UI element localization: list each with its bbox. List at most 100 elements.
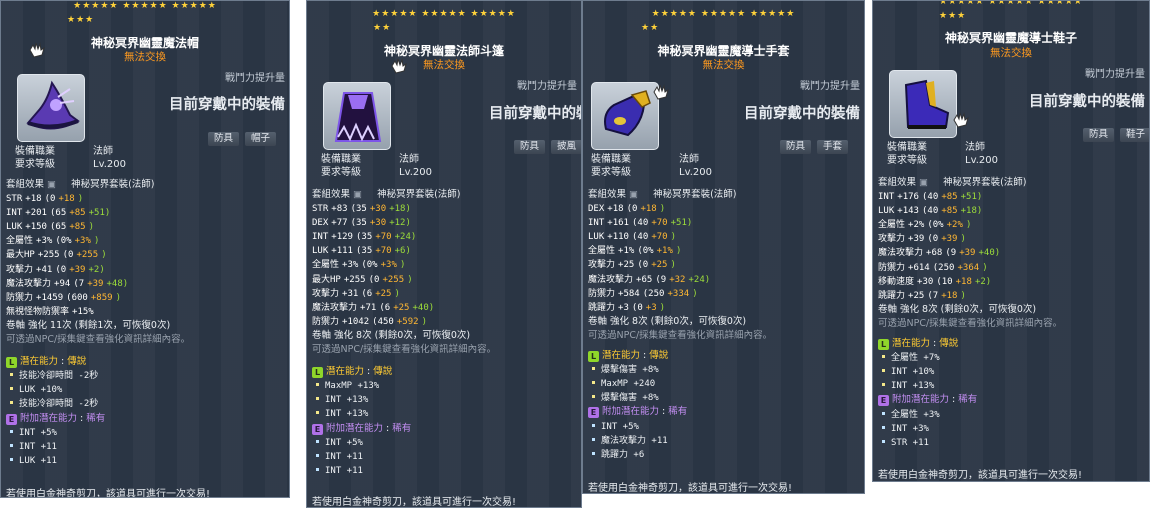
subtype-tag: 帽子 [245,132,277,146]
item-tooltip-glove: ★★★★★ ★★★★★ ★★★★★ ★★ 神秘冥界幽靈魔導士手套 無法交換 戰鬥… [582,0,865,494]
stat-row: 無視怪物防禦率 +15% [6,306,94,317]
npc-note: 可透過NPC/採集鍵查看強化資訊詳細內容。 [878,317,1063,329]
category-tag: 防具 [514,140,546,154]
bonus-potential-line: INT +11 [312,464,577,478]
star-force-row-1: ★★★★★ ★★★★★ ★★★★★ [372,9,516,19]
hand-cursor-icon [29,42,45,58]
bonus-list: INT +5% INT +11 INT +11 [312,436,577,478]
untradeable-label: 無法交換 [423,59,465,71]
power-increase-label: 戰鬥力提升量 [517,81,577,92]
scroll-enhance: 卷軸 強化 8次 (剩餘0次，可恢復0次) [588,315,747,327]
bonus-list: 全屬性 +3% INT +3% STR +11 [878,408,1145,450]
epic-tag-icon: E [878,395,889,407]
bonus-potential-line: INT +3% [878,422,1145,436]
glove-icon [591,82,659,150]
stat-row: 防禦力 +614 (250 +364 ) [878,262,988,273]
stat-row: 防禦力 +1042 (450 +592 ) [312,316,428,327]
stat-row: 攻擊力 +39 (0 +39 ) [878,234,966,245]
stat-row: INT +201 (65 +85 +51) [6,208,111,219]
stats-block: 套組效果 ▣ 神秘冥界套裝(法師) STR +18 (0 +18 ) INT +2… [6,178,285,468]
bonus-potential-line: LUK +11 [6,454,285,468]
bonus-potential-line: 跳躍力 +6 [588,448,860,462]
stat-list: STR +18 (0 +18 ) INT +201 (65 +85 +51) LUK… [6,192,285,319]
npc-note: 可透過NPC/採集鍵查看強化資訊詳細內容。 [6,334,191,346]
stat-row: 攻擊力 +41 (0 +39 +2) [6,264,105,275]
potential-list: 技能冷卻時間 -2秒 LUK +10% 技能冷卻時間 -2秒 [6,369,285,411]
potential-list: 全屬性 +7% INT +10% INT +13% [878,351,1145,393]
potential-line: 技能冷卻時間 -2秒 [6,397,285,411]
untradeable-label: 無法交換 [990,47,1032,59]
bonus-potential-header: E 附加潛在能力 : 稀有 [878,393,1145,407]
stats-block: 套組效果 ▣ 神秘冥界套裝(法師) DEX +18 (0 +18 ) INT +1… [588,188,860,462]
stat-row: 攻擊力 +31 (6 +25 ) [312,288,400,299]
bonus-potential-line: INT +11 [6,440,285,454]
stat-row: 全屬性 +1% (0% +1% ) [588,246,682,257]
star-force-row-2: ★★ [641,23,660,33]
epic-tag-icon: E [6,413,17,425]
bonus-potential-header: E 附加潛在能力 : 稀有 [588,405,860,419]
power-increase-label: 戰鬥力提升量 [225,73,285,84]
potential-line: 爆擊傷害 +8% [588,363,860,377]
potential-line: LUK +10% [6,383,285,397]
stat-row: 魔法攻擊力 +68 (9 +39 +40) [878,248,1001,259]
job-requirement: 裝備職業 法師 [321,154,419,165]
stat-list: STR +83 (35 +30 +18) DEX +77 (35 +30 +12)… [312,202,577,329]
bonus-list: INT +5% 魔法攻擊力 +11 跳躍力 +6 [588,420,860,462]
bonus-potential-header: E 附加潛在能力 : 稀有 [312,422,577,436]
hat-icon [17,74,85,142]
level-requirement: 要求等級 Lv.200 [321,167,432,178]
stat-row: LUK +111 (35 +70 +6) [312,246,411,257]
footer-note: 若使用白金神奇剪刀，該道具可進行一次交易! [588,483,793,494]
bonus-potential-line: INT +5% [312,436,577,450]
legendary-tag-icon: L [312,367,323,379]
footer-note: 若使用白金神奇剪刀，該道具可進行一次交易! [6,489,211,498]
stat-row: 攻擊力 +25 (0 +25 ) [588,260,676,271]
potential-line: MaxMP +240 [588,377,860,391]
stat-row: LUK +150 (65 +85 ) [6,222,95,233]
legendary-tag-icon: L [6,357,17,369]
bonus-potential-line: INT +11 [312,450,577,464]
stat-row: INT +176 (40 +85 +51) [878,192,983,203]
potential-list: MaxMP +13% INT +13% INT +13% [312,379,577,421]
star-force-row-2: ★★ [373,23,392,33]
category-tags: 防具 披風 [514,140,581,154]
bonus-potential-line: 全屬性 +3% [878,408,1145,422]
potential-line: 爆擊傷害 +8% [588,391,860,405]
currently-equipped-label: 目前穿戴中的裝備 [1029,94,1145,110]
stat-row: 全屬性 +3% (0% +3% ) [312,260,406,271]
item-tooltip-cape: ★★★★★ ★★★★★ ★★★★★ ★★ 神秘冥界幽靈法師斗篷 無法交換 戰鬥力… [306,0,582,508]
stat-row: 魔法攻擊力 +94 (7 +39 +48) [6,278,129,289]
set-effect-row: 套組效果 ▣ 神秘冥界套裝(法師) [6,179,155,190]
scroll-enhance: 卷軸 強化 11次 (剩餘1次，可恢復0次) [6,319,171,331]
cape-icon [323,82,391,150]
star-force-row-2: ★★★ [67,15,95,25]
stat-row: LUK +110 (40 +70 ) [588,232,677,243]
item-tooltip-shoes: ★★★★★ ★★★★★ ★★★★★ ★★★ 神秘冥界幽靈魔導士鞋子 無法交換 戰… [872,0,1150,482]
npc-note: 可透過NPC/採集鍵查看強化資訊詳細內容。 [588,329,773,341]
currently-equipped-label: 目前穿戴中的裝備 [744,106,860,122]
item-name: 神秘冥界幽靈魔導士鞋子 [944,31,1077,45]
stat-row: 魔法攻擊力 +65 (9 +32 +24) [588,274,711,285]
category-tag: 防具 [780,140,812,154]
star-force-row-1: ★★★★★ ★★★★★ ★★★★★ [651,9,796,19]
stat-row: INT +129 (35 +70 +24) [312,232,417,243]
potential-line: INT +13% [312,407,577,421]
epic-tag-icon: E [588,407,599,419]
bonus-potential-line: STR +11 [878,436,1145,450]
potential-line: MaxMP +13% [312,379,577,393]
stat-row: STR +83 (35 +30 +18) [312,204,411,215]
currently-equipped-label: 目前穿戴中的裝備 [169,97,285,113]
hand-cursor-icon [953,112,969,128]
star-force-row-1: ★★★★★ ★★★★★ ★★★★★ [73,1,217,11]
subtype-tag: 披風 [551,140,581,154]
job-requirement: 裝備職業 法師 [15,146,113,157]
item-tooltip-hat: ★★★★★ ★★★★★ ★★★★★ ★★★ 神秘冥界幽靈魔法帽 無法交換 戰鬥力… [0,0,290,498]
potential-line: 全屬性 +7% [878,351,1145,365]
stat-row: STR +18 (0 +18 ) [6,194,84,205]
stat-row: 移動速度 +30 (10 +18 +2) [878,276,992,287]
category-tags: 防具 鞋子 [1083,128,1149,142]
scroll-enhance: 卷軸 強化 8次 (剩餘0次，可恢復0次) [312,329,471,341]
potential-line: INT +13% [878,379,1145,393]
stat-row: 最大HP +255 (0 +255 ) [6,250,107,261]
bonus-potential-line: 魔法攻擊力 +11 [588,434,860,448]
